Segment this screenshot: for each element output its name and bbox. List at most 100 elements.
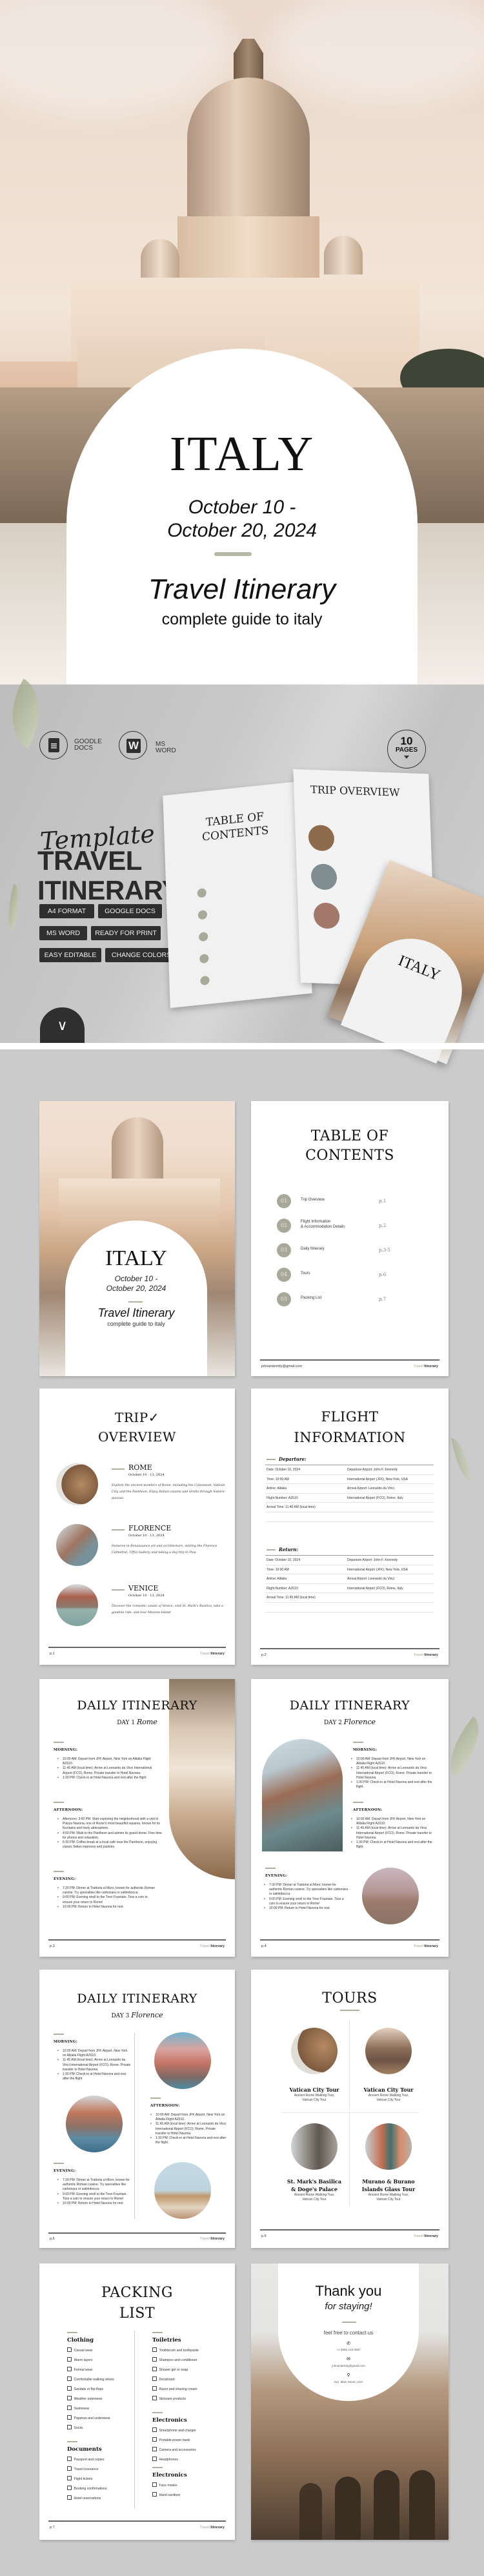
flight-row: Time: 10:00 AM International Airport (JFK… [265, 1564, 434, 1574]
tour-description: Ancient Rome Walking Tour, [294, 2094, 335, 2097]
flight-cell: International Airport (JFK), New York, U… [347, 1567, 408, 1572]
page-tours: TOURS Vatican City Tour Ancient Rome Wal… [251, 1970, 449, 2248]
toc-number: 02 [277, 1219, 291, 1233]
packing-checkbox-item[interactable]: Razor and shaving cream [152, 2385, 223, 2395]
toc-item[interactable]: 05 Packing List p.7 [277, 1292, 432, 1308]
packing-group-electronics: Electronics Smartphone and charger Portabl… [152, 2412, 223, 2465]
toc-item[interactable]: 01 Trip Overview p.1 [277, 1194, 432, 1210]
packing-group-heading: Toiletries [152, 2337, 181, 2344]
toc-label: Daily Itinerary [301, 1247, 325, 1251]
footer-brand-bold: Itinerary [210, 1652, 225, 1656]
toc-item[interactable]: 04 Tours p.6 [277, 1268, 432, 1283]
packing-checkbox-item[interactable]: Shampoo and conditioner [152, 2356, 223, 2365]
toc-number: 04 [277, 1268, 291, 1282]
packing-checkbox-item[interactable]: Travel insurance [67, 2465, 138, 2475]
packing-checkbox-item[interactable]: Hotel reservations [67, 2494, 138, 2504]
colosseum-photo [291, 2028, 338, 2074]
tour-card[interactable]: Murano & Burano Islands Glass Tour Ancie… [350, 2123, 427, 2202]
flight-cell: International Airport (FCO), Rome, Italy [347, 1496, 403, 1500]
page-number: p.7 [50, 2526, 55, 2530]
packing-group-heading: Clothing [67, 2337, 94, 2344]
contact-phone[interactable]: +1 (555) 123-4567 [278, 2348, 419, 2351]
packing-checkbox-item[interactable]: Passport and copies [67, 2455, 138, 2465]
bullet-item: 10:00 PM: Return to Hotel Navona for res… [57, 1905, 157, 1910]
tour-name-line: & Doge's Palace [291, 2186, 338, 2192]
packing-checkbox-item[interactable]: Formal wear [67, 2365, 138, 2375]
flight-row [265, 1611, 434, 1622]
flight-row: Date: October 10, 2024 Departure Airport:… [265, 1465, 434, 1474]
bullet-item: 7:30 PM: Dinner at Trattoria al Moro, kn… [264, 1883, 348, 1897]
hero-cover: ITALY October 10 - October 20, 2024 Trav… [0, 0, 484, 685]
packing-checkbox-item[interactable]: Weather outerwear [67, 2395, 138, 2404]
packing-checkbox-item[interactable]: Socks [67, 2424, 138, 2433]
packing-checkbox-item[interactable]: Deodorant [152, 2375, 223, 2385]
packing-checkbox-item[interactable]: Headphones [152, 2455, 223, 2465]
day-city: Florence [131, 2011, 163, 2019]
tour-card[interactable]: Vatican City Tour Ancient Rome Walking T… [276, 2028, 353, 2103]
packing-checkbox-item[interactable]: Shower gel or soap [152, 2365, 223, 2375]
toc-dot [198, 931, 208, 942]
footer-rule [48, 2520, 226, 2522]
afternoon-list: Afternoon: 3:00 PM: Start exploring the … [57, 1817, 162, 1850]
toc-dot [197, 888, 207, 898]
bullet-item: 10:00 AM: Depart from JFK Airport, New Y… [57, 2049, 132, 2058]
packing-checkbox-item[interactable]: Face masks [152, 2481, 223, 2491]
packing-checkbox-item[interactable]: Flight tickets [67, 2475, 138, 2484]
packing-checkbox-item[interactable]: Skincare products [152, 2395, 223, 2404]
mockup-venice-photo [313, 902, 340, 929]
cover-date-start: October 10 - [188, 497, 296, 518]
grid-divider-horizontal [282, 2112, 419, 2113]
packing-checkbox-item[interactable]: Portable power bank [152, 2436, 223, 2446]
toc-item[interactable]: 03 Daily Itinerary p.3-5 [277, 1243, 432, 1259]
packing-checkbox-item[interactable]: Casual wear [67, 2346, 138, 2356]
footer-rule [48, 1647, 226, 1648]
tour-card[interactable]: Vatican City Tour Ancient Rome Walking T… [350, 2028, 427, 2103]
email-icon: ✉ [347, 2357, 350, 2362]
cover-title: ITALY [169, 427, 315, 481]
packing-title-line: PACKING [101, 2285, 173, 2301]
morning-label: MORNING: [353, 1748, 378, 1752]
packing-checkbox-item[interactable]: Smartphone and charger [152, 2426, 223, 2436]
tag-ms-word: MS WORD [39, 926, 87, 940]
flight-row: Date: October 10, 2024 Departure Airport:… [265, 1555, 434, 1565]
day-subtitle: DAY 3 Florence [39, 2011, 235, 2019]
footer-brand-bold: Itinerary [210, 2526, 225, 2530]
flight-title: FLIGHT INFORMATION [251, 1406, 449, 1448]
packing-checkbox-item[interactable]: Pajamas and underwear [67, 2414, 138, 2424]
tag-change-colors: CHANGE COLORS [105, 948, 177, 962]
accent-rule [54, 2163, 64, 2164]
footer-rule [48, 1939, 226, 1941]
packing-group-heading: Electronics [152, 2417, 187, 2424]
tour-description: Ancient Rome Walking Tour, [368, 2193, 409, 2197]
toc-dot [199, 953, 209, 964]
page-day-3: DAILY ITINERARY DAY 3 Florence MORNING: … [39, 1970, 235, 2248]
vatican-photo [365, 2028, 412, 2074]
footer-rule [260, 1939, 439, 1941]
format-label-line: DOCS [74, 745, 93, 752]
flight-row [265, 1511, 434, 1521]
cover-subtitle: Travel Itinerary [97, 1306, 175, 1319]
toc-item[interactable]: 02 Flight Information & Accommodation De… [277, 1219, 432, 1234]
pages-label: PAGES [395, 747, 418, 754]
accent-rule [265, 1868, 276, 1869]
packing-checkbox-item[interactable]: Comfortable walking shoes [67, 2375, 138, 2385]
trip-description: Explore the ancient wonders of Rome, inc… [112, 1484, 225, 1500]
packing-checkbox-item[interactable]: Booking confirmations [67, 2484, 138, 2494]
packing-checkbox-item[interactable]: Camera and accessories [152, 2446, 223, 2455]
morning-list: 10:00 AM: Depart from JFK Airport, New Y… [351, 1757, 435, 1789]
tag-easy-editable: EASY EDITABLE [39, 948, 101, 962]
burano-photo [365, 2123, 412, 2170]
bullet-item: 1:30 PM: Check-in at Hotel Navona and re… [57, 1776, 157, 1780]
tour-card[interactable]: St. Mark's Basilica & Doge's Palace Anci… [276, 2123, 353, 2202]
packing-checkbox-item[interactable]: Toothbrush and toothpaste [152, 2346, 223, 2356]
packing-checkbox-item[interactable]: Warm layers [67, 2356, 138, 2365]
packing-checkbox-item[interactable]: Swimwear [67, 2404, 138, 2414]
colosseum-arch [374, 2470, 399, 2540]
contact-email[interactable]: johnandemily@gmail.com [278, 2364, 419, 2367]
st-peters-dome-image [187, 77, 310, 220]
accent-rule [54, 1802, 64, 1803]
packing-checkbox-item[interactable]: Sandals or flip-flops [67, 2385, 138, 2395]
packing-checkbox-item[interactable]: Hand sanitizer [152, 2491, 223, 2500]
flight-cell: Departure Airport: John F. Kennedy [347, 1468, 398, 1472]
day-number: DAY 3 [111, 2013, 130, 2019]
